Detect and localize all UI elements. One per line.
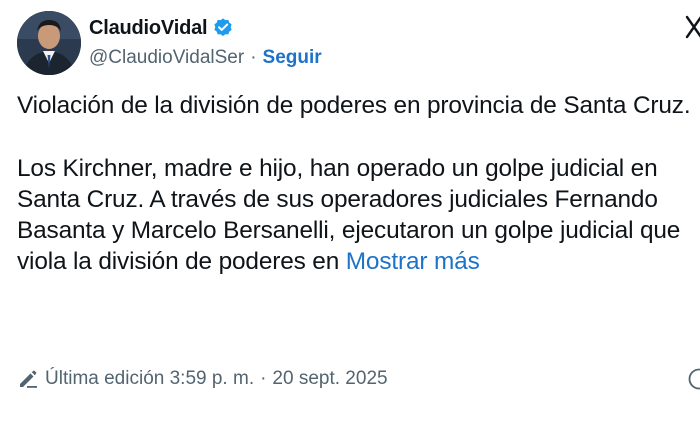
meta-separator: · [260,368,267,389]
pencil-icon [17,368,39,390]
tweet-card: ClaudioVidal @ClaudioVidalSer · Seguir V… [0,0,700,435]
follow-button[interactable]: Seguir [263,47,322,69]
author-handle-row: @ClaudioVidalSer · Seguir [89,44,322,72]
edited-label: Última edición 3:59 p. m. [45,368,255,389]
info-icon[interactable] [688,368,700,390]
tweet-text: Violación de la división de poderes en p… [17,90,697,278]
avatar-photo [17,11,81,75]
handle-separator: · [250,47,257,68]
tweet-date[interactable]: 20 sept. 2025 [272,368,387,390]
edit-info-row[interactable]: Última edición 3:59 p. m. · 20 sept. 202… [17,364,388,394]
avatar[interactable] [17,11,81,75]
display-name[interactable]: ClaudioVidal [89,17,208,40]
handle[interactable]: @ClaudioVidalSer [89,47,244,69]
author-name-row: ClaudioVidal [89,13,234,43]
close-icon[interactable] [683,14,700,40]
show-more-link[interactable]: Mostrar más [346,248,480,275]
verified-badge-icon [212,17,234,39]
